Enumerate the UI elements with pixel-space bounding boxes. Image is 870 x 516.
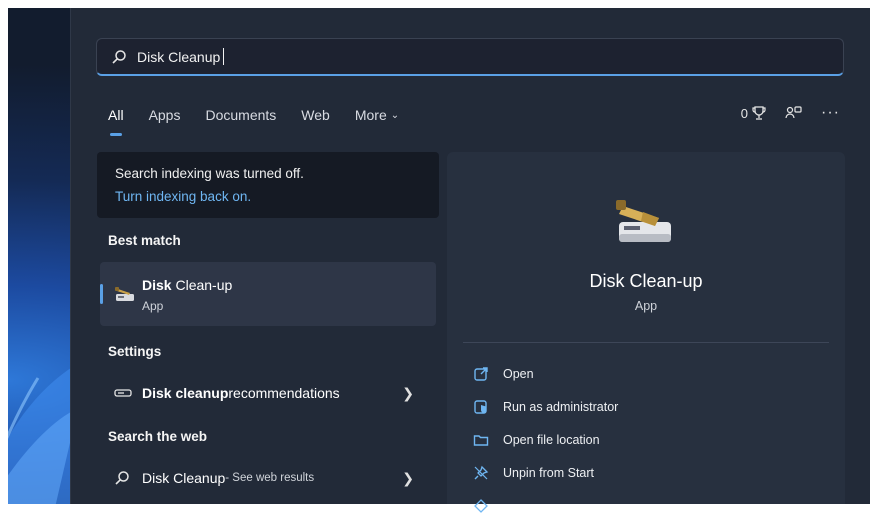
action-unpin-from-start-label: Unpin from Start — [503, 466, 595, 480]
tab-web[interactable]: Web — [301, 104, 330, 126]
best-match-name: Disk Clean-up — [142, 277, 232, 293]
turn-indexing-on-link[interactable]: Turn indexing back on. — [115, 189, 251, 204]
search-icon — [115, 471, 129, 485]
tab-apps[interactable]: Apps — [149, 104, 181, 126]
web-result-disk-cleanup[interactable]: Disk Cleanup - See web results ❯ — [114, 466, 424, 490]
rewards-points-count: 0 — [740, 105, 749, 121]
web-result-main: Disk Cleanup — [142, 470, 226, 486]
trophy-icon — [752, 106, 766, 120]
action-partial-cutoff[interactable] — [473, 496, 503, 516]
folder-icon — [473, 435, 489, 446]
disk-cleanup-large-icon — [616, 200, 671, 242]
tab-documents[interactable]: Documents — [205, 104, 276, 126]
pin-taskbar-icon — [474, 499, 488, 513]
search-icon — [112, 49, 126, 64]
best-match-name-bold: Disk — [142, 277, 172, 293]
result-detail-pane: Disk Clean-up App Open Run as administra… — [447, 152, 845, 513]
action-unpin-from-start[interactable]: Unpin from Start — [473, 463, 594, 483]
tab-all[interactable]: All — [108, 104, 124, 136]
best-match-heading: Best match — [108, 233, 181, 248]
indexing-notice-text: Search indexing was turned off. — [115, 166, 304, 181]
shield-admin-icon — [474, 400, 487, 414]
tab-more-label: More — [354, 107, 387, 123]
settings-item-bold: Disk cleanup — [142, 385, 229, 401]
search-web-heading: Search the web — [108, 429, 208, 444]
account-switch-icon[interactable] — [785, 105, 803, 121]
web-result-sub: - See web results — [225, 472, 315, 484]
storage-settings-icon — [114, 389, 132, 397]
more-options-icon[interactable]: ··· — [821, 104, 840, 122]
action-open-file-location[interactable]: Open file location — [473, 430, 600, 450]
best-match-type: App — [142, 299, 164, 313]
open-external-icon — [474, 367, 488, 381]
chevron-down-icon: ⌄ — [390, 109, 400, 121]
search-input[interactable]: Disk Cleanup — [96, 38, 844, 76]
filter-tabs: All Apps Documents Web More ⌄ — [108, 104, 424, 136]
action-open[interactable]: Open — [473, 364, 534, 384]
action-open-file-location-label: Open file location — [503, 433, 600, 447]
top-right-controls: 0 ··· — [723, 104, 840, 122]
action-open-label: Open — [503, 367, 534, 381]
tab-more[interactable]: More ⌄ — [355, 104, 399, 126]
disk-cleanup-app-icon — [115, 287, 134, 301]
detail-app-name: Disk Clean-up — [589, 271, 703, 291]
indexing-notice: Search indexing was turned off. Turn ind… — [97, 152, 439, 218]
settings-result-disk-cleanup[interactable]: Disk cleanup recommendations ❯ — [114, 381, 424, 405]
action-run-as-admin[interactable]: Run as administrator — [473, 397, 618, 417]
settings-item-rest: recommendations — [228, 385, 340, 401]
selection-indicator — [100, 284, 103, 304]
rewards-points-button[interactable]: 0 — [741, 105, 767, 121]
detail-divider — [463, 342, 829, 343]
detail-app-type: App — [634, 299, 658, 313]
best-match-name-rest: Clean-up — [171, 277, 233, 293]
action-run-as-admin-label: Run as administrator — [503, 400, 619, 414]
search-query: Disk Cleanup — [137, 48, 221, 65]
unpin-icon — [474, 465, 489, 480]
text-caret — [223, 48, 225, 65]
chevron-right-icon: ❯ — [402, 469, 414, 486]
chevron-right-icon: ❯ — [402, 384, 414, 401]
settings-heading: Settings — [108, 344, 162, 359]
best-match-result[interactable]: Disk Clean-up App — [100, 262, 436, 326]
